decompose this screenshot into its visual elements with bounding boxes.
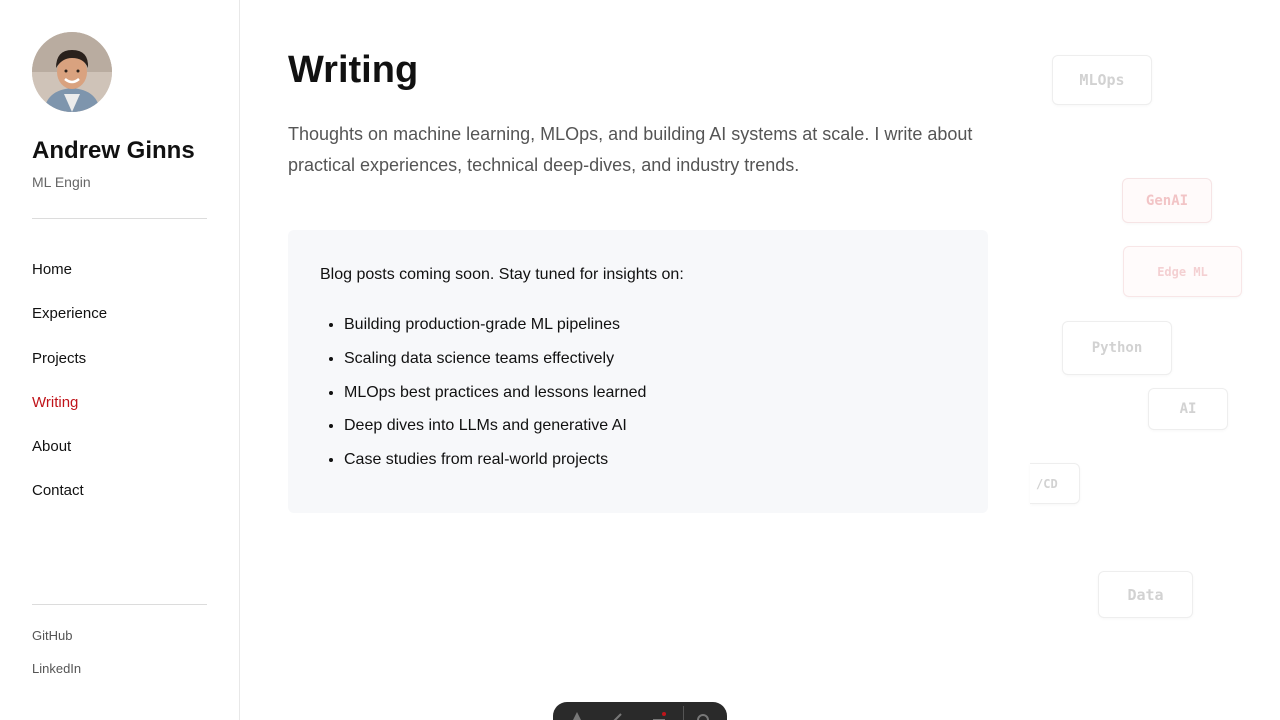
nav-item-about[interactable]: About bbox=[32, 437, 107, 481]
list-item: Building production-grade ML pipelines bbox=[344, 315, 646, 349]
tag-ai: AI bbox=[1148, 388, 1228, 430]
avatar bbox=[32, 32, 112, 112]
tag-genai: GenAI bbox=[1122, 178, 1212, 223]
dev-toolbar[interactable] bbox=[553, 702, 727, 720]
page-intro: Thoughts on machine learning, MLOps, and… bbox=[288, 124, 973, 175]
menu-icon[interactable] bbox=[651, 710, 667, 720]
github-link[interactable]: GitHub bbox=[32, 627, 81, 660]
nav-item-writing[interactable]: Writing bbox=[32, 393, 107, 437]
gear-icon[interactable] bbox=[695, 710, 711, 720]
tag-data: Data bbox=[1098, 571, 1193, 618]
nav-item-experience[interactable]: Experience bbox=[32, 304, 107, 348]
page-title: Writing bbox=[288, 49, 419, 91]
tag-edge-ml: Edge ML bbox=[1123, 246, 1242, 297]
nav-item-contact[interactable]: Contact bbox=[32, 481, 107, 525]
nav-item-projects[interactable]: Projects bbox=[32, 349, 107, 393]
sidebar-divider-top bbox=[32, 218, 207, 219]
list-item: Deep dives into LLMs and generative AI bbox=[344, 416, 646, 450]
toolbar-separator bbox=[683, 706, 684, 720]
list-item: Case studies from real-world projects bbox=[344, 450, 646, 484]
nav-item-home[interactable]: Home bbox=[32, 260, 107, 304]
sidebar: Andrew Ginns ML Engin Home Experience Pr… bbox=[0, 0, 240, 720]
list-item: MLOps best practices and lessons learned bbox=[344, 383, 646, 417]
social-links: GitHub LinkedIn bbox=[32, 627, 81, 693]
coming-soon-card: Blog posts coming soon. Stay tuned for i… bbox=[288, 230, 988, 513]
list-item: Scaling data science teams effectively bbox=[344, 349, 646, 383]
avatar-image bbox=[32, 32, 112, 112]
profile-role: ML Engin bbox=[32, 174, 91, 190]
sidebar-divider-bottom bbox=[32, 604, 207, 605]
topic-list: Building production-grade ML pipelines S… bbox=[344, 315, 646, 484]
tag-python: Python bbox=[1062, 321, 1172, 375]
rocket-icon[interactable] bbox=[569, 710, 585, 720]
page: Andrew Ginns ML Engin Home Experience Pr… bbox=[0, 0, 1280, 720]
tag-mlops: MLOps bbox=[1052, 55, 1152, 105]
sidebar-nav: Home Experience Projects Writing About C… bbox=[32, 260, 107, 526]
brush-icon[interactable] bbox=[609, 710, 625, 720]
profile-name: Andrew Ginns bbox=[32, 137, 195, 164]
tag-cicd: /CD bbox=[1030, 463, 1080, 504]
linkedin-link[interactable]: LinkedIn bbox=[32, 660, 81, 693]
card-lead: Blog posts coming soon. Stay tuned for i… bbox=[320, 266, 684, 283]
